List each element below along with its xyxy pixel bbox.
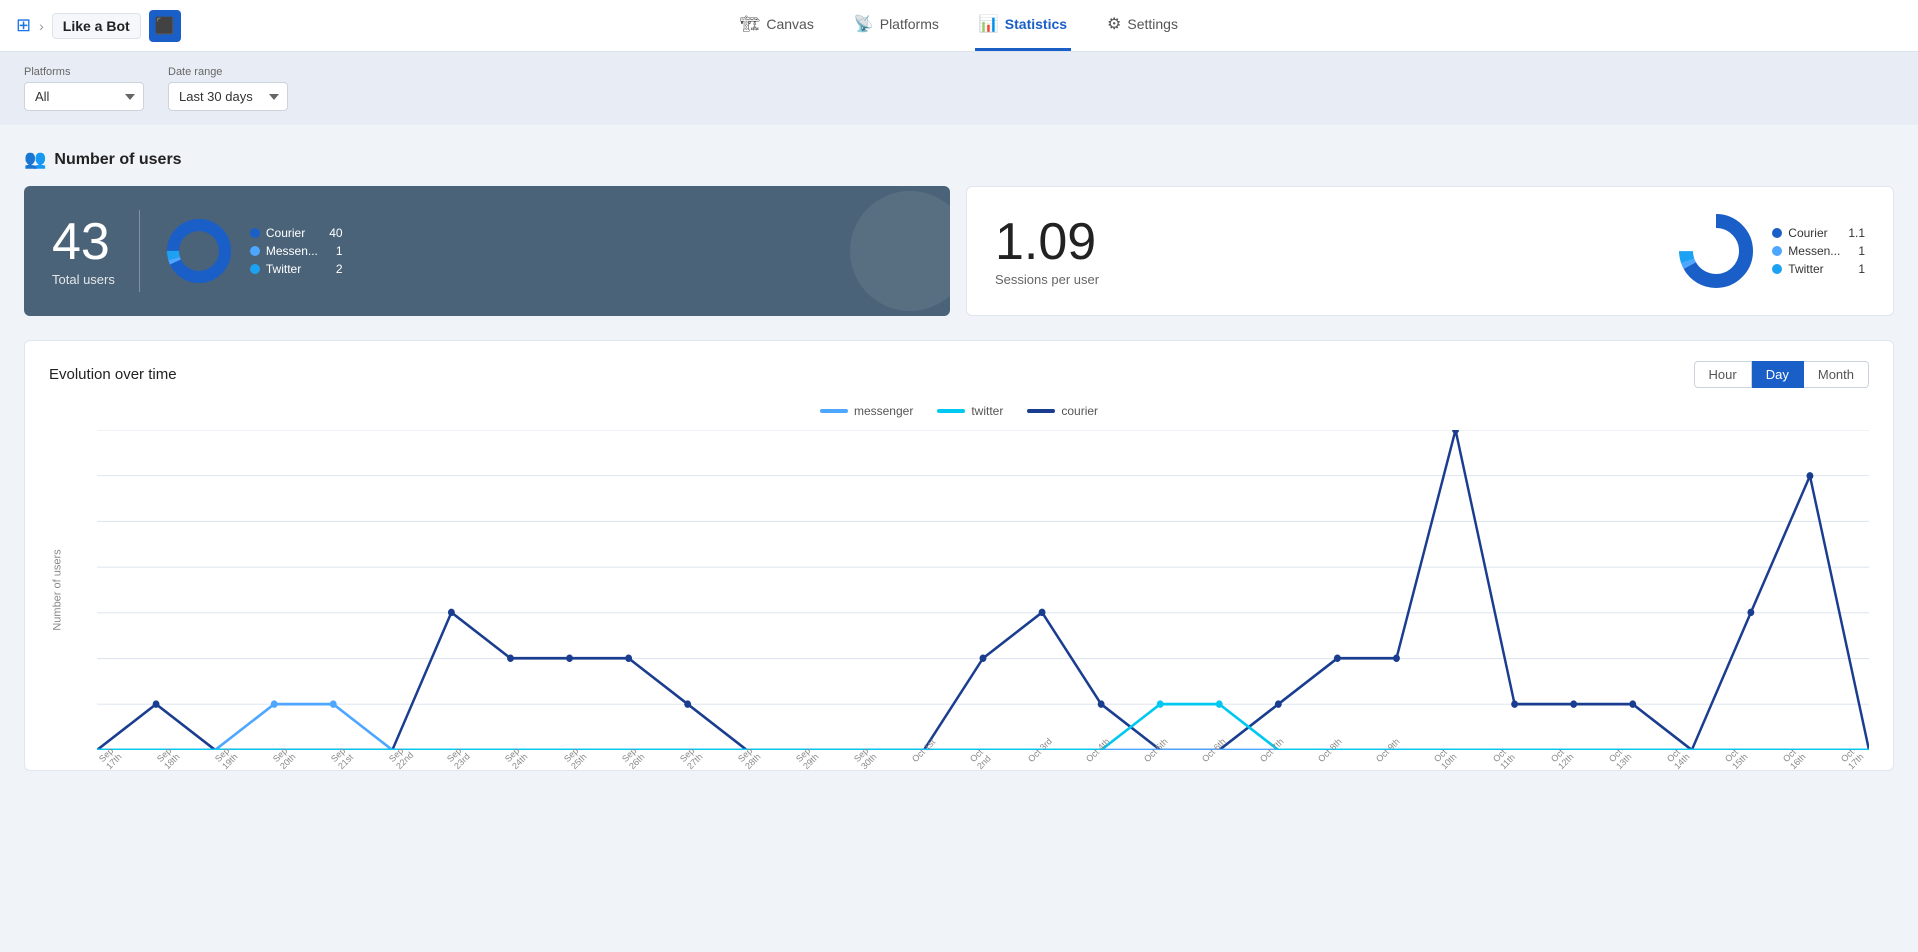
messenger-dot [250, 246, 260, 256]
messenger-dot-2 [330, 700, 337, 707]
nav-canvas[interactable]: 🏗 Canvas [736, 0, 818, 51]
chart-header: Evolution over time Hour Day Month [49, 361, 1869, 388]
nav-canvas-label: Canvas [766, 16, 813, 32]
filter-bar: Platforms All Courier Messenger Twitter … [0, 52, 1918, 125]
sessions-stat-left: 1.09 Sessions per user [995, 216, 1099, 287]
chart-btn-hour[interactable]: Hour [1694, 361, 1752, 388]
twitter-swatch [937, 409, 965, 413]
nav-statistics-label: Statistics [1005, 16, 1067, 32]
top-nav: ⊞ › Like a Bot ⬛ 🏗 Canvas 📡 Platforms 📊 … [0, 0, 1918, 52]
platforms-filter: Platforms All Courier Messenger Twitter [24, 66, 144, 111]
twitter-value: 2 [324, 262, 343, 276]
chart-legend-twitter: twitter [937, 404, 1003, 418]
date-range-select[interactable]: Last 30 days Last 7 days Last 90 days [168, 82, 288, 111]
messenger-legend-label: messenger [854, 404, 913, 418]
s-messenger-dot [1772, 246, 1782, 256]
date-range-label: Date range [168, 66, 288, 78]
s-twitter-value: 1 [1846, 262, 1865, 276]
chart-legend-messenger: messenger [820, 404, 913, 418]
sessions-label: Sessions per user [995, 272, 1099, 287]
courier-legend-label: courier [1061, 404, 1098, 418]
courier-value: 40 [317, 226, 342, 240]
y-axis-label: Number of users [52, 549, 64, 630]
section-header: 👥 Number of users [24, 149, 1894, 170]
canvas-icon: 🏗 [740, 14, 760, 34]
chart-btn-day[interactable]: Day [1752, 361, 1804, 388]
nav-settings-label: Settings [1127, 16, 1178, 32]
courier-dot-3 [507, 655, 514, 662]
nav-statistics[interactable]: 📊 Statistics [975, 0, 1071, 51]
s-courier-value: 1.1 [1836, 226, 1865, 240]
platforms-filter-label: Platforms [24, 66, 144, 78]
messenger-swatch [820, 409, 848, 413]
courier-dot-2 [448, 609, 455, 616]
evolution-chart-section: Evolution over time Hour Day Month messe… [24, 340, 1894, 771]
users-legend: Courier 40 Messen... 1 Twitter 2 [250, 226, 343, 276]
sessions-legend-twitter: Twitter 1 [1772, 262, 1865, 276]
platforms-icon: 📡 [854, 14, 874, 34]
sessions-stat-card: 1.09 Sessions per user Courier 1.1 [966, 186, 1894, 316]
total-users-number: 43 [52, 216, 115, 268]
sessions-number: 1.09 [995, 216, 1099, 268]
messenger-value: 1 [324, 244, 343, 258]
messenger-dot-1 [271, 700, 278, 707]
twitter-dot-2 [1216, 700, 1223, 707]
bot-name: Like a Bot [52, 13, 141, 39]
users-donut-chart [164, 216, 234, 286]
chart-title: Evolution over time [49, 366, 177, 383]
sessions-legend-messenger: Messen... 1 [1772, 244, 1865, 258]
legend-twitter: Twitter 2 [250, 262, 343, 276]
s-twitter-label: Twitter [1788, 262, 1823, 276]
s-twitter-dot [1772, 264, 1782, 274]
users-donut-section: Courier 40 Messen... 1 Twitter 2 [164, 216, 343, 286]
main-content: 👥 Number of users 43 Total users [0, 125, 1918, 795]
twitter-dot [250, 264, 260, 274]
chart-area: 7 6 5 4 3 2 1 0 [97, 430, 1869, 750]
statistics-icon: 📊 [979, 14, 999, 34]
courier-swatch [1027, 409, 1055, 413]
users-stat-card: 43 Total users [24, 186, 950, 316]
courier-dot [250, 228, 260, 238]
card-divider [139, 210, 140, 292]
chart-svg: 7 6 5 4 3 2 1 0 [97, 430, 1869, 750]
sessions-legend-courier: Courier 1.1 [1772, 226, 1865, 240]
stats-row: 43 Total users [24, 186, 1894, 316]
s-messenger-value: 1 [1846, 244, 1865, 258]
total-users-label: Total users [52, 272, 115, 287]
platforms-select[interactable]: All Courier Messenger Twitter [24, 82, 144, 111]
bot-icon: ⬛ [149, 10, 181, 42]
grid-icon[interactable]: ⊞ [16, 15, 31, 36]
users-section-icon: 👥 [24, 149, 46, 170]
messenger-label: Messen... [266, 244, 318, 258]
nav-settings[interactable]: ⚙ Settings [1103, 0, 1182, 51]
sessions-legend: Courier 1.1 Messen... 1 Twitter 1 [1772, 226, 1865, 276]
courier-label: Courier [266, 226, 305, 240]
nav-platforms-label: Platforms [880, 16, 939, 32]
nav-left: ⊞ › Like a Bot ⬛ [16, 10, 181, 42]
chart-outer: Number of users 7 6 5 4 [49, 430, 1869, 750]
legend-courier: Courier 40 [250, 226, 343, 240]
courier-line [97, 430, 1869, 750]
courier-dot-1 [153, 700, 160, 707]
chart-controls: Hour Day Month [1694, 361, 1869, 388]
chart-legend: messenger twitter courier [49, 404, 1869, 418]
twitter-legend-label: twitter [971, 404, 1003, 418]
sessions-donut-chart [1676, 211, 1756, 291]
s-messenger-label: Messen... [1788, 244, 1840, 258]
s-courier-dot [1772, 228, 1782, 238]
nav-chevron: › [39, 18, 44, 34]
users-stat-left: 43 Total users [52, 216, 115, 287]
twitter-label: Twitter [266, 262, 301, 276]
chart-legend-courier: courier [1027, 404, 1098, 418]
chart-btn-month[interactable]: Month [1804, 361, 1869, 388]
section-title: Number of users [54, 151, 181, 169]
main-nav: 🏗 Canvas 📡 Platforms 📊 Statistics ⚙ Sett… [736, 0, 1182, 51]
date-range-filter: Date range Last 30 days Last 7 days Last… [168, 66, 288, 111]
nav-platforms[interactable]: 📡 Platforms [850, 0, 943, 51]
legend-messenger: Messen... 1 [250, 244, 343, 258]
settings-icon: ⚙ [1107, 14, 1121, 34]
twitter-dot-1 [1157, 700, 1164, 707]
x-axis-labels: Sep 17th Sep 18th Sep 19th Sep 20th Sep … [97, 757, 1869, 777]
s-courier-label: Courier [1788, 226, 1827, 240]
